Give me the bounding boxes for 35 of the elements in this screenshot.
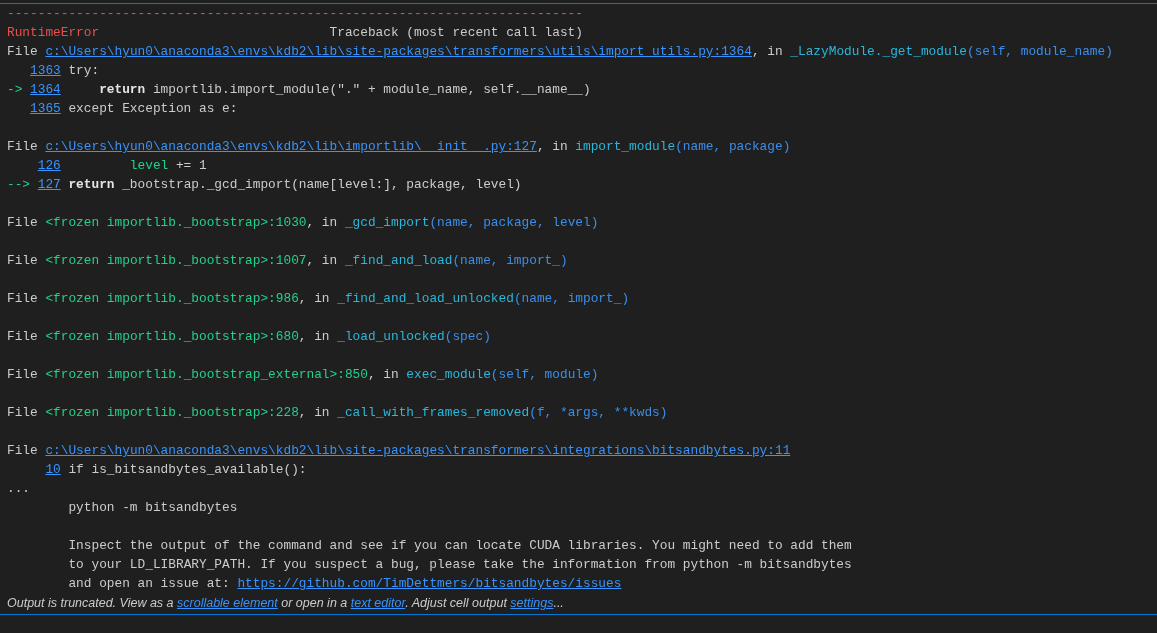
code-line: RuntimeError Traceback (most recent call last) — [7, 24, 584, 42]
code-line: to your LD_LIBRARY_PATH. If you suspect a bug, please take the information from python -m bitsandbytes — [67, 556, 853, 574]
code-line: -> 1364 return importlib.import_module("." + module_name, self.__name__) — [7, 80, 592, 99]
code-line: File <frozen importlib._bootstrap>:1030, in _gcd_import(name, package, level) — [7, 214, 600, 232]
code-line: File <frozen importlib._bootstrap>:986, in _find_and_load_unlocked(name, import_) — [7, 290, 631, 308]
notice-link[interactable]: scrollable element — [177, 596, 278, 610]
code-line: --------------------------------------------------------------------------- — [7, 5, 584, 23]
file-link[interactable]: c:\Users\hyun0\anaconda3\envs\kdb2\lib\site-packages\transformers\utils\import_utils.py:1364 — [45, 44, 752, 59]
line-number-link[interactable]: 127 — [37, 175, 61, 194]
code-line: File <frozen importlib._bootstrap>:228, in _call_with_frames_removed(f, *args, **kwds) — [7, 404, 669, 422]
code-line: File c:\Users\hyun0\anaconda3\envs\kdb2\lib\importlib\__init__.py:127, in import_module(name, package) — [7, 138, 792, 156]
file-link[interactable]: c:\Users\hyun0\anaconda3\envs\kdb2\lib\site-packages\transformers\integrations\bitsandbytes.py:11 — [45, 443, 791, 458]
notice-link[interactable]: settings — [510, 596, 554, 610]
code-line: File <frozen importlib._bootstrap_external>:850, in exec_module(self, module) — [7, 366, 600, 384]
code-line: File <frozen importlib._bootstrap>:680, in _load_unlocked(spec) — [7, 328, 492, 346]
code-line: python -m bitsandbytes — [67, 499, 239, 517]
code-line: ... — [7, 480, 32, 498]
truncation-notice: Output is truncated. View as a scrollable element or open in a text editor. Adjust cell output settings... — [0, 593, 1157, 615]
code-line: Inspect the output of the command and see if you can locate CUDA libraries. You might need to add them — [67, 537, 853, 555]
line-number-link[interactable]: 1364 — [30, 80, 61, 99]
line-number-link[interactable]: 1365 — [30, 99, 61, 118]
code-line: File c:\Users\hyun0\anaconda3\envs\kdb2\lib\site-packages\transformers\integrations\bitsandbytes.py:11 — [7, 442, 792, 460]
line-number-link[interactable]: 1363 — [30, 61, 61, 80]
line-number-link[interactable]: 126 — [37, 156, 61, 175]
code-line: 126 level += 1 — [36, 156, 208, 175]
code-line: File c:\Users\hyun0\anaconda3\envs\kdb2\lib\site-packages\transformers\utils\import_utils.py:1364, in _LazyModule._get_module(self, module_name) — [7, 43, 1114, 61]
line-number-link[interactable]: 10 — [45, 460, 61, 479]
file-link[interactable]: https://github.com/TimDettmers/bitsandbytes/issues — [237, 576, 622, 591]
file-link[interactable]: c:\Users\hyun0\anaconda3\envs\kdb2\lib\importlib\__init__.py:127 — [45, 139, 537, 154]
code-line: 10 if is_bitsandbytes_available(): — [44, 460, 308, 479]
code-line: and open an issue at: https://github.com/TimDettmers/bitsandbytes/issues — [67, 575, 623, 593]
code-line: 1363 try: — [29, 61, 101, 80]
code-line: 1365 except Exception as e: — [29, 99, 239, 118]
code-line: File <frozen importlib._bootstrap>:1007, in _find_and_load(name, import_) — [7, 252, 569, 270]
code-line: --> 127 return _bootstrap._gcd_import(name[level:], package, level) — [7, 175, 523, 194]
